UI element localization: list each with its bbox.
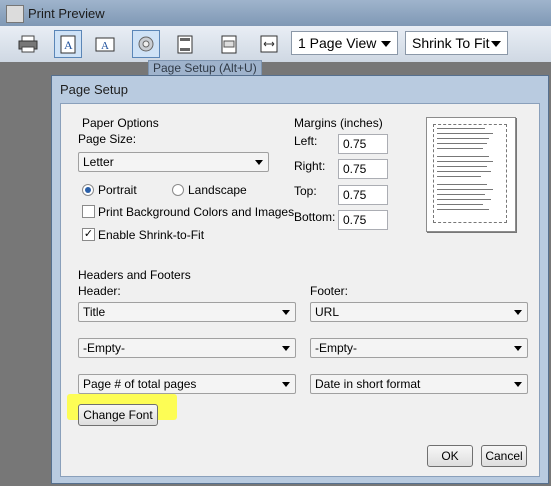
page-preview-thumbnail bbox=[426, 117, 516, 232]
cancel-button[interactable]: Cancel bbox=[481, 445, 527, 467]
chevron-down-icon bbox=[514, 310, 522, 315]
show-full-page-icon[interactable] bbox=[215, 30, 243, 58]
footer-value-3: Date in short format bbox=[315, 377, 421, 391]
margins-label: Margins (inches) bbox=[294, 116, 383, 130]
preview-text-line bbox=[437, 161, 493, 162]
radio-dot bbox=[85, 187, 91, 193]
portrait-radio[interactable] bbox=[82, 184, 94, 196]
preview-text-line bbox=[437, 156, 489, 157]
change-font-button[interactable]: Change Font bbox=[78, 404, 158, 426]
window-titlebar: Print Preview bbox=[0, 0, 551, 26]
shrink-select[interactable]: Shrink To Fit bbox=[405, 31, 508, 55]
landscape-radio[interactable] bbox=[172, 184, 184, 196]
header-select-1[interactable]: Title bbox=[78, 302, 296, 322]
header-value-2: -Empty- bbox=[83, 341, 125, 355]
window-title: Print Preview bbox=[28, 6, 105, 21]
svg-text:A: A bbox=[64, 38, 73, 52]
ok-button[interactable]: OK bbox=[427, 445, 473, 467]
chevron-down-icon bbox=[381, 41, 391, 47]
header-select-2[interactable]: -Empty- bbox=[78, 338, 296, 358]
preview-text-line bbox=[437, 128, 485, 129]
header-footer-icon[interactable] bbox=[171, 30, 199, 58]
preview-text-line bbox=[437, 171, 491, 172]
preview-text-line bbox=[437, 184, 487, 185]
preview-text-line bbox=[437, 166, 487, 167]
dialog-title: Page Setup bbox=[60, 82, 128, 97]
page-view-select[interactable]: 1 Page View bbox=[291, 31, 398, 55]
page-size-select[interactable]: Letter bbox=[78, 152, 269, 172]
page-setup-icon[interactable] bbox=[132, 30, 160, 58]
footer-label: Footer: bbox=[310, 284, 349, 298]
shrink-value: Shrink To Fit bbox=[412, 35, 490, 51]
preview-text-line bbox=[437, 148, 483, 149]
preview-text-line bbox=[437, 209, 489, 210]
chevron-down-icon bbox=[282, 346, 290, 351]
margin-left-label: Left: bbox=[294, 134, 318, 148]
print-background-checkbox[interactable] bbox=[82, 205, 95, 218]
paper-options-label: Paper Options bbox=[82, 116, 159, 130]
footer-select-2[interactable]: -Empty- bbox=[310, 338, 528, 358]
headers-footers-label: Headers and Footers bbox=[78, 268, 191, 282]
svg-text:A: A bbox=[101, 40, 109, 52]
landscape-icon[interactable]: A bbox=[54, 30, 82, 58]
preview-text-line bbox=[437, 133, 493, 134]
margin-left-input[interactable]: 0.75 bbox=[338, 134, 388, 154]
preview-text-line bbox=[437, 189, 493, 190]
chevron-down-icon bbox=[514, 346, 522, 351]
page-size-label: Page Size: bbox=[78, 132, 137, 146]
header-select-3[interactable]: Page # of total pages bbox=[78, 374, 296, 394]
check-icon: ✓ bbox=[83, 228, 94, 240]
footer-select-1[interactable]: URL bbox=[310, 302, 528, 322]
margin-right-input[interactable]: 0.75 bbox=[338, 159, 388, 179]
margin-top-input[interactable]: 0.75 bbox=[338, 185, 388, 205]
chevron-down-icon bbox=[491, 41, 501, 47]
chevron-down-icon bbox=[514, 382, 522, 387]
chevron-down-icon bbox=[282, 382, 290, 387]
preview-text-line bbox=[437, 176, 481, 177]
margin-bottom-input[interactable]: 0.75 bbox=[338, 210, 388, 230]
portrait-label: Portrait bbox=[98, 183, 137, 197]
preview-text-line bbox=[437, 194, 485, 195]
preview-text-line bbox=[437, 204, 483, 205]
margin-bottom-label: Bottom: bbox=[294, 210, 336, 224]
footer-value-2: -Empty- bbox=[315, 341, 357, 355]
margin-top-label: Top: bbox=[294, 184, 317, 198]
footer-value-1: URL bbox=[315, 305, 340, 319]
preview-text-line bbox=[437, 199, 491, 200]
print-background-label: Print Background Colors and Images bbox=[98, 205, 295, 219]
print-icon[interactable] bbox=[14, 30, 42, 58]
chevron-down-icon bbox=[282, 310, 290, 315]
portrait-icon[interactable]: A bbox=[91, 30, 119, 58]
margin-right-label: Right: bbox=[294, 159, 326, 173]
header-value-3: Page # of total pages bbox=[83, 377, 197, 391]
chevron-down-icon bbox=[255, 160, 263, 165]
fit-width-icon[interactable] bbox=[255, 30, 283, 58]
header-label: Header: bbox=[78, 284, 121, 298]
footer-select-3[interactable]: Date in short format bbox=[310, 374, 528, 394]
page-size-value: Letter bbox=[83, 155, 114, 169]
page-view-value: 1 Page View bbox=[298, 35, 377, 51]
preview-text-line bbox=[437, 143, 487, 144]
preview-text-line bbox=[437, 138, 489, 139]
enable-shrink-checkbox[interactable]: ✓ bbox=[82, 228, 95, 241]
enable-shrink-label: Enable Shrink-to-Fit bbox=[98, 228, 205, 242]
app-icon bbox=[6, 5, 24, 23]
toolbar: A A 1 Page View Shrink To Fit bbox=[0, 26, 551, 63]
header-value-1: Title bbox=[83, 305, 106, 319]
landscape-label: Landscape bbox=[188, 183, 247, 197]
